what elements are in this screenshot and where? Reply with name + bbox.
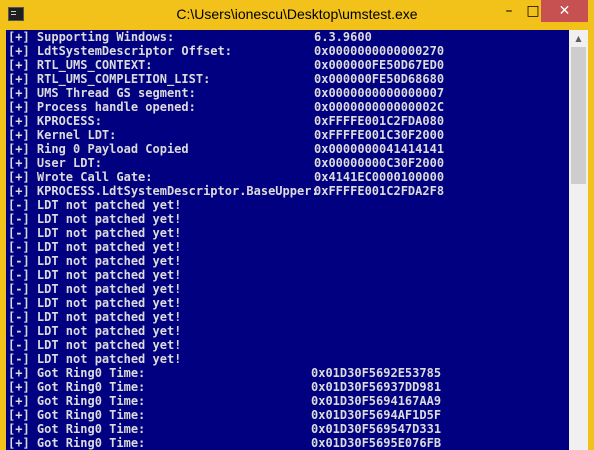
title-bar[interactable]: C:\Users\ionescu\Desktop\umstest.exe – □… xyxy=(0,0,594,30)
console-line: [-] LDT not patched yet! xyxy=(8,226,568,240)
console-line: [+] KPROCESS: 0xFFFFE001C2FDA080 xyxy=(8,114,568,128)
console-line-value: 0x01D30F5695E076FB xyxy=(311,436,442,450)
console-line-value: 0xFFFFE001C30F2000 xyxy=(314,128,445,142)
console-line: [+] Kernel LDT: 0xFFFFE001C30F2000 xyxy=(8,128,568,142)
console-line-label: [+] LdtSystemDescriptor Offset: xyxy=(8,44,232,58)
console-line: [+] Wrote Call Gate: 0x4141EC0000100000 xyxy=(8,170,568,184)
console-line: [-] LDT not patched yet! xyxy=(8,268,568,282)
scroll-up-arrow-icon[interactable]: ▲ xyxy=(569,30,588,47)
console-line-value: 0xFFFFE001C2FDA080 xyxy=(314,114,445,128)
console-line-label: [+] Got Ring0 Time: xyxy=(8,366,146,380)
scroll-thumb[interactable] xyxy=(571,47,586,184)
console-line-value: 0x0000000041414141 xyxy=(314,142,445,156)
console-line: [-] LDT not patched yet! xyxy=(8,282,568,296)
console-line: [+] RTL_UMS_CONTEXT: 0x000000FE50D67ED0 xyxy=(8,58,568,72)
console-line-label: [-] LDT not patched yet! xyxy=(8,324,182,338)
console-line-label: [+] User LDT: xyxy=(8,156,102,170)
console-line-label: [+] Wrote Call Gate: xyxy=(8,170,153,184)
console-line: [+] RTL_UMS_COMPLETION_LIST: 0x000000FE50… xyxy=(8,72,568,86)
console-line-label: [-] LDT not patched yet! xyxy=(8,212,182,226)
console-line: [-] LDT not patched yet! xyxy=(8,352,568,366)
console-line: [+] KPROCESS.LdtSystemDescriptor.BaseUpp… xyxy=(8,184,568,198)
console-line: [+] Got Ring0 Time: 0x01D30F5694167AA9 xyxy=(8,394,568,408)
console-line-label: [+] RTL_UMS_COMPLETION_LIST: xyxy=(8,72,211,86)
console-line-label: [-] LDT not patched yet! xyxy=(8,240,182,254)
console-line: [+] Got Ring0 Time: 0x01D30F5694AF1D5F xyxy=(8,408,568,422)
console-line: [-] LDT not patched yet! xyxy=(8,240,568,254)
console-line-label: [-] LDT not patched yet! xyxy=(8,282,182,296)
console-line-value: 0x0000000000000007 xyxy=(314,86,445,100)
console-line: [+] Got Ring0 Time: 0x01D30F5692E53785 xyxy=(8,366,568,380)
console-line: [-] LDT not patched yet! xyxy=(8,254,568,268)
console-line-label: [+] Supporting Windows: xyxy=(8,30,175,44)
console-line-value: 0x01D30F5694AF1D5F xyxy=(311,408,442,422)
console-line-label: [-] LDT not patched yet! xyxy=(8,352,182,366)
console-line-value: 0xFFFFE001C2FDA2F8 xyxy=(314,184,445,198)
console-line: [+] Got Ring0 Time: 0x01D30F569547D331 xyxy=(8,422,568,436)
console-line: [+] UMS Thread GS segment: 0x000000000000… xyxy=(8,86,568,100)
console-line-value: 0x000000000000002C xyxy=(314,100,445,114)
console-line-label: [+] Process handle opened: xyxy=(8,100,196,114)
console-line-value: 0x000000FE50D68680 xyxy=(314,72,445,86)
console-line: [+] Process handle opened: 0x000000000000… xyxy=(8,100,568,114)
console-line-label: [+] KPROCESS: xyxy=(8,114,102,128)
console-line-value: 0x01D30F5694167AA9 xyxy=(311,394,442,408)
console-line: [+] LdtSystemDescriptor Offset: 0x0000000… xyxy=(8,44,568,58)
console-line-label: [+] RTL_UMS_CONTEXT: xyxy=(8,58,153,72)
console-line: [-] LDT not patched yet! xyxy=(8,324,568,338)
console-line-label: [+] Got Ring0 Time: xyxy=(8,436,146,450)
console-line-label: [+] KPROCESS.LdtSystemDescriptor.BaseUpp… xyxy=(8,184,319,198)
console-lines: [+] Supporting Windows: 6.3.9600 [+] LdtSy… xyxy=(8,30,568,450)
window-border xyxy=(588,30,594,450)
console-line-label: [+] Kernel LDT: xyxy=(8,128,117,142)
console-line-label: [+] Got Ring0 Time: xyxy=(8,380,146,394)
console-line-label: [-] LDT not patched yet! xyxy=(8,226,182,240)
console-line-value: 0x0000000000000270 xyxy=(314,44,445,58)
console-line-label: [+] UMS Thread GS segment: xyxy=(8,86,196,100)
console-line-label: [+] Got Ring0 Time: xyxy=(8,408,146,422)
minimize-button[interactable]: – xyxy=(496,0,522,22)
console-line-value: 0x4141EC0000100000 xyxy=(314,170,445,184)
console-line-label: [+] Got Ring0 Time: xyxy=(8,394,146,408)
console-line: [+] User LDT: 0x00000000C30F2000 xyxy=(8,156,568,170)
console-line-label: [-] LDT not patched yet! xyxy=(8,198,182,212)
close-button[interactable]: ✕ xyxy=(541,0,588,22)
console-line: [-] LDT not patched yet! xyxy=(8,198,568,212)
console-line: [-] LDT not patched yet! xyxy=(8,310,568,324)
console-line-label: [-] LDT not patched yet! xyxy=(8,338,182,352)
console-line-value: 0x00000000C30F2000 xyxy=(314,156,445,170)
console-line: [+] Got Ring0 Time: 0x01D30F5695E076FB xyxy=(8,436,568,450)
console-line: [+] Got Ring0 Time: 0x01D30F56937DD981 xyxy=(8,380,568,394)
console-line-label: [+] Ring 0 Payload Copied xyxy=(8,142,189,156)
console-line-label: [-] LDT not patched yet! xyxy=(8,268,182,282)
console-line-value: 0x01D30F56937DD981 xyxy=(311,380,442,394)
console-line-value: 0x01D30F569547D331 xyxy=(311,422,442,436)
console-line-value: 0x000000FE50D67ED0 xyxy=(314,58,445,72)
console-line: [+] Ring 0 Payload Copied 0x0000000041414… xyxy=(8,142,568,156)
vertical-scrollbar[interactable]: ▲ xyxy=(569,30,588,450)
console-line: [-] LDT not patched yet! xyxy=(8,212,568,226)
console-line: [-] LDT not patched yet! xyxy=(8,338,568,352)
console-line-label: [-] LDT not patched yet! xyxy=(8,254,182,268)
console-window: C:\Users\ionescu\Desktop\umstest.exe – □… xyxy=(0,0,594,450)
console-line-label: [+] Got Ring0 Time: xyxy=(8,422,146,436)
console-line-value: 0x01D30F5692E53785 xyxy=(311,366,442,380)
console-line-label: [-] LDT not patched yet! xyxy=(8,296,182,310)
console-line: [+] Supporting Windows: 6.3.9600 xyxy=(8,30,568,44)
console-line-value: 6.3.9600 xyxy=(314,30,372,44)
console-line: [-] LDT not patched yet! xyxy=(8,296,568,310)
console-line-label: [-] LDT not patched yet! xyxy=(8,310,182,324)
console-output[interactable]: [+] Supporting Windows: 6.3.9600 [+] LdtSy… xyxy=(6,30,569,450)
